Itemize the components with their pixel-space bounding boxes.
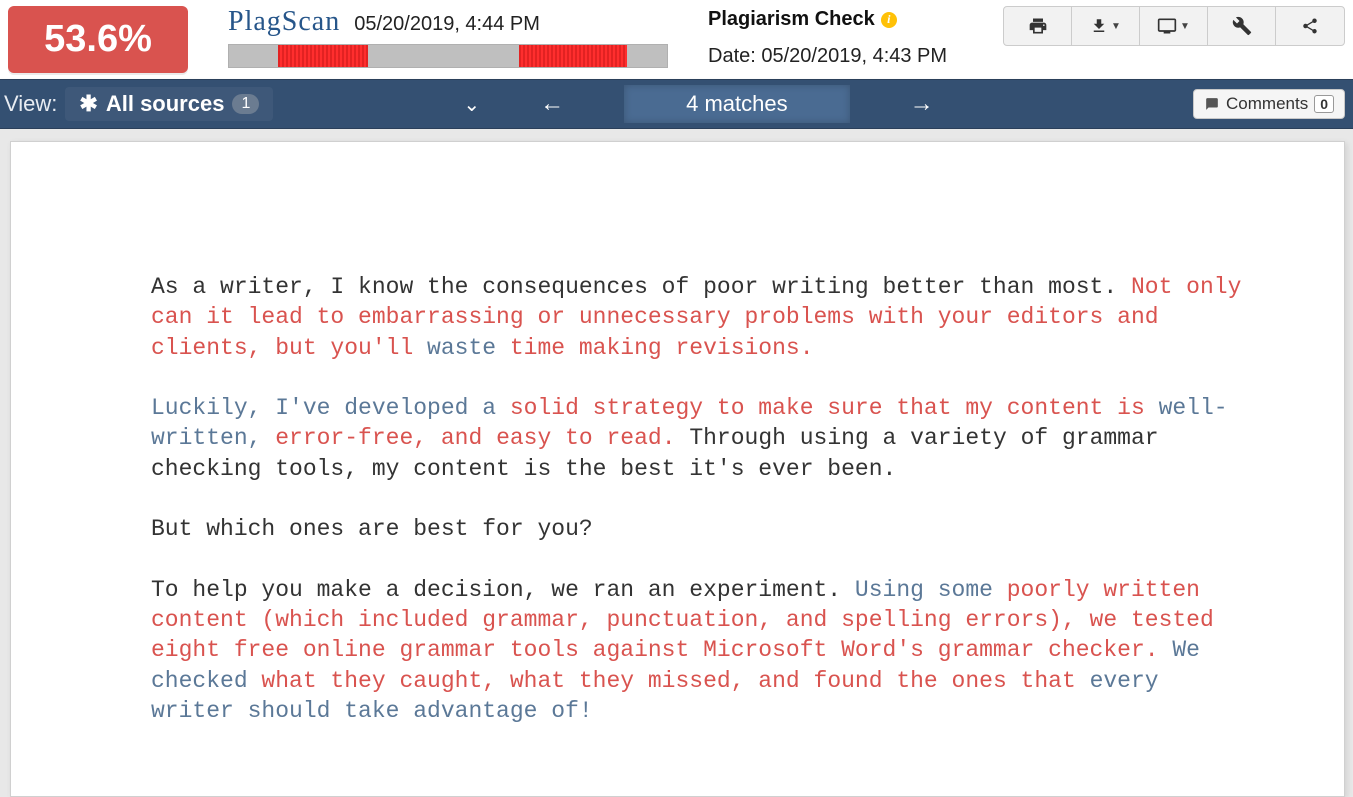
caret-down-icon: ▼ bbox=[1111, 21, 1121, 32]
caret-down-icon: ▼ bbox=[1180, 21, 1190, 32]
view-label: View: bbox=[4, 91, 57, 117]
share-icon bbox=[1301, 17, 1319, 35]
branding-column: PlagScan 05/20/2019, 4:44 PM bbox=[228, 6, 668, 68]
text-plain: As a writer, I know the consequences of … bbox=[151, 274, 1131, 300]
document-area: As a writer, I know the consequences of … bbox=[0, 129, 1353, 797]
text-partial-match[interactable]: waste bbox=[427, 335, 496, 361]
text-plagiarism-match[interactable]: solid strategy to make sure that my cont… bbox=[510, 395, 1159, 421]
prev-match-button[interactable]: ← bbox=[540, 90, 564, 118]
match-segment bbox=[278, 45, 368, 67]
text-plagiarism-match[interactable]: what they caught, what they missed, and … bbox=[261, 668, 1089, 694]
paragraph: But which ones are best for you? bbox=[151, 514, 1254, 544]
sources-count-badge: 1 bbox=[232, 94, 259, 114]
text-partial-match[interactable]: Luckily, I've developed a bbox=[151, 395, 510, 421]
all-sources-toggle[interactable]: ✱ All sources 1 bbox=[65, 87, 273, 121]
action-toolbar: ▼ ▼ bbox=[1003, 6, 1345, 46]
comment-icon bbox=[1204, 97, 1220, 111]
sources-label: All sources bbox=[106, 91, 225, 117]
comments-button[interactable]: Comments 0 bbox=[1193, 89, 1345, 119]
next-match-button[interactable]: → bbox=[910, 90, 934, 118]
text-plagiarism-match[interactable]: error-free, and easy to read. bbox=[275, 425, 689, 451]
download-icon bbox=[1090, 17, 1108, 35]
wrench-icon bbox=[1232, 16, 1252, 36]
text-plain: But which ones are best for you? bbox=[151, 516, 593, 542]
paragraph: Luckily, I've developed a solid strategy… bbox=[151, 393, 1254, 484]
report-info-column: Plagiarism Check i Date: 05/20/2019, 4:4… bbox=[708, 6, 947, 68]
text-plain: To help you make a decision, we ran an e… bbox=[151, 577, 855, 603]
comments-label: Comments bbox=[1226, 94, 1308, 114]
monitor-icon bbox=[1157, 16, 1177, 36]
paragraph: To help you make a decision, we ran an e… bbox=[151, 575, 1254, 727]
match-density-bar[interactable] bbox=[228, 44, 668, 68]
scan-timestamp: 05/20/2019, 4:44 PM bbox=[354, 13, 540, 36]
display-button[interactable]: ▼ bbox=[1140, 7, 1208, 45]
header-bar: 53.6% PlagScan 05/20/2019, 4:44 PM Plagi… bbox=[0, 0, 1353, 79]
view-navbar: View: ✱ All sources 1 ⌄ ← 4 matches → Co… bbox=[0, 79, 1353, 129]
settings-button[interactable] bbox=[1208, 7, 1276, 45]
print-button[interactable] bbox=[1004, 7, 1072, 45]
paragraph: As a writer, I know the consequences of … bbox=[151, 272, 1254, 363]
plagiarism-percent-badge: 53.6% bbox=[8, 6, 188, 73]
print-icon bbox=[1028, 16, 1048, 36]
document-page: As a writer, I know the consequences of … bbox=[10, 141, 1345, 797]
comments-count: 0 bbox=[1314, 95, 1334, 113]
text-plagiarism-match[interactable]: time making revisions. bbox=[496, 335, 813, 361]
download-button[interactable]: ▼ bbox=[1072, 7, 1140, 45]
asterisk-icon: ✱ bbox=[79, 91, 97, 117]
report-date: Date: 05/20/2019, 4:43 PM bbox=[708, 45, 947, 68]
report-title-text: Plagiarism Check bbox=[708, 8, 875, 31]
match-segment bbox=[519, 45, 627, 67]
share-button[interactable] bbox=[1276, 7, 1344, 45]
dropdown-caret-icon[interactable]: ⌄ bbox=[463, 92, 480, 117]
report-title: Plagiarism Check i bbox=[708, 8, 947, 31]
text-partial-match[interactable]: Using some bbox=[855, 577, 1007, 603]
match-navigator: ⌄ ← 4 matches → bbox=[463, 85, 933, 123]
plagscan-logo: PlagScan bbox=[228, 6, 340, 38]
info-icon[interactable]: i bbox=[881, 12, 897, 28]
matches-indicator[interactable]: 4 matches bbox=[624, 85, 850, 123]
